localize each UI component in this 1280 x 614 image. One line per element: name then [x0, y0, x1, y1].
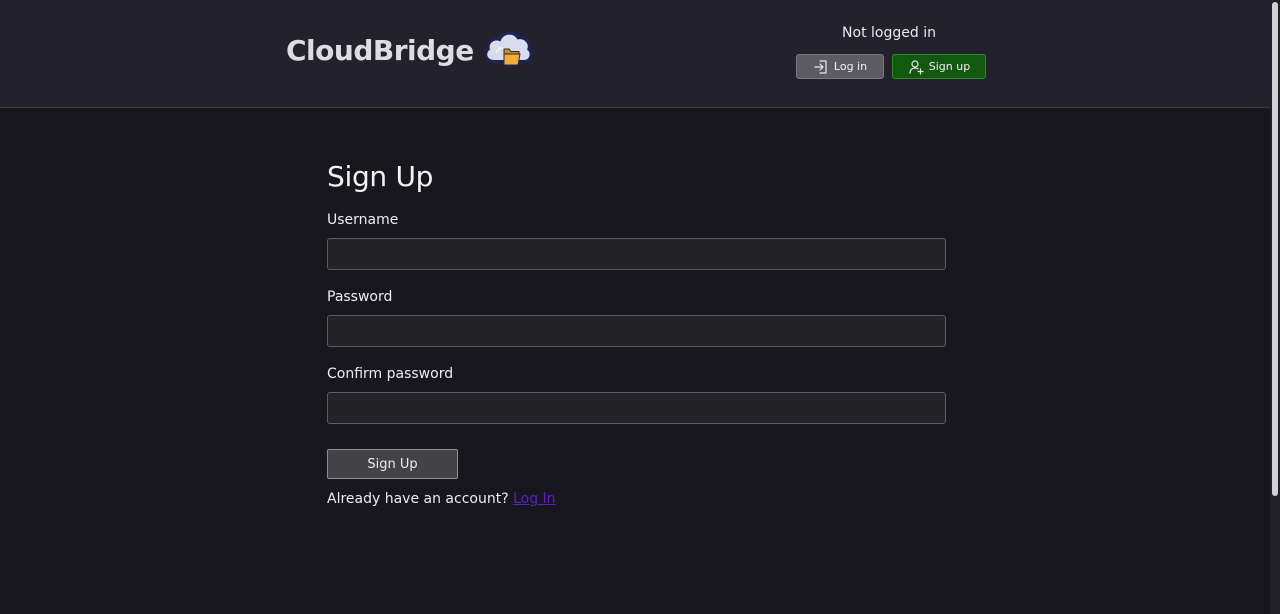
- page: CloudBridge Not logged in Log in Sign up…: [0, 0, 1280, 614]
- brand[interactable]: CloudBridge: [286, 31, 534, 71]
- auth-buttons: Log in Sign up: [796, 54, 986, 79]
- scrollbar-thumb[interactable]: [1272, 2, 1278, 496]
- vertical-scrollbar[interactable]: [1270, 0, 1280, 614]
- auth-status: Not logged in: [842, 25, 936, 41]
- login-link[interactable]: Log In: [513, 491, 555, 507]
- login-arrow-icon: [813, 59, 829, 75]
- password-input[interactable]: [327, 315, 946, 347]
- confirm-password-group: Confirm password: [327, 365, 946, 424]
- signup-form: Sign Up Username Password Confirm passwo…: [327, 157, 946, 509]
- signup-button-label: Sign up: [928, 60, 971, 73]
- user-plus-icon: [908, 59, 924, 75]
- username-label: Username: [327, 212, 399, 228]
- login-prompt: Already have an account? Log In: [327, 489, 946, 509]
- page-title: Sign Up: [327, 160, 434, 193]
- login-button-label: Log in: [833, 60, 868, 73]
- password-label: Password: [327, 289, 393, 305]
- signup-button[interactable]: Sign up: [892, 54, 986, 79]
- signup-submit-button[interactable]: Sign Up: [327, 449, 458, 479]
- cloud-folder-icon: [482, 25, 534, 71]
- username-group: Username: [327, 211, 946, 270]
- password-group: Password: [327, 288, 946, 347]
- login-button[interactable]: Log in: [796, 54, 884, 79]
- confirm-password-input[interactable]: [327, 392, 946, 424]
- login-prompt-text: Already have an account?: [327, 491, 509, 507]
- auth-panel: Not logged in Log in Sign up: [796, 24, 986, 79]
- brand-name: CloudBridge: [286, 34, 474, 67]
- top-header: CloudBridge Not logged in Log in Sign up: [0, 0, 1270, 108]
- confirm-password-label: Confirm password: [327, 366, 454, 382]
- username-input[interactable]: [327, 238, 946, 270]
